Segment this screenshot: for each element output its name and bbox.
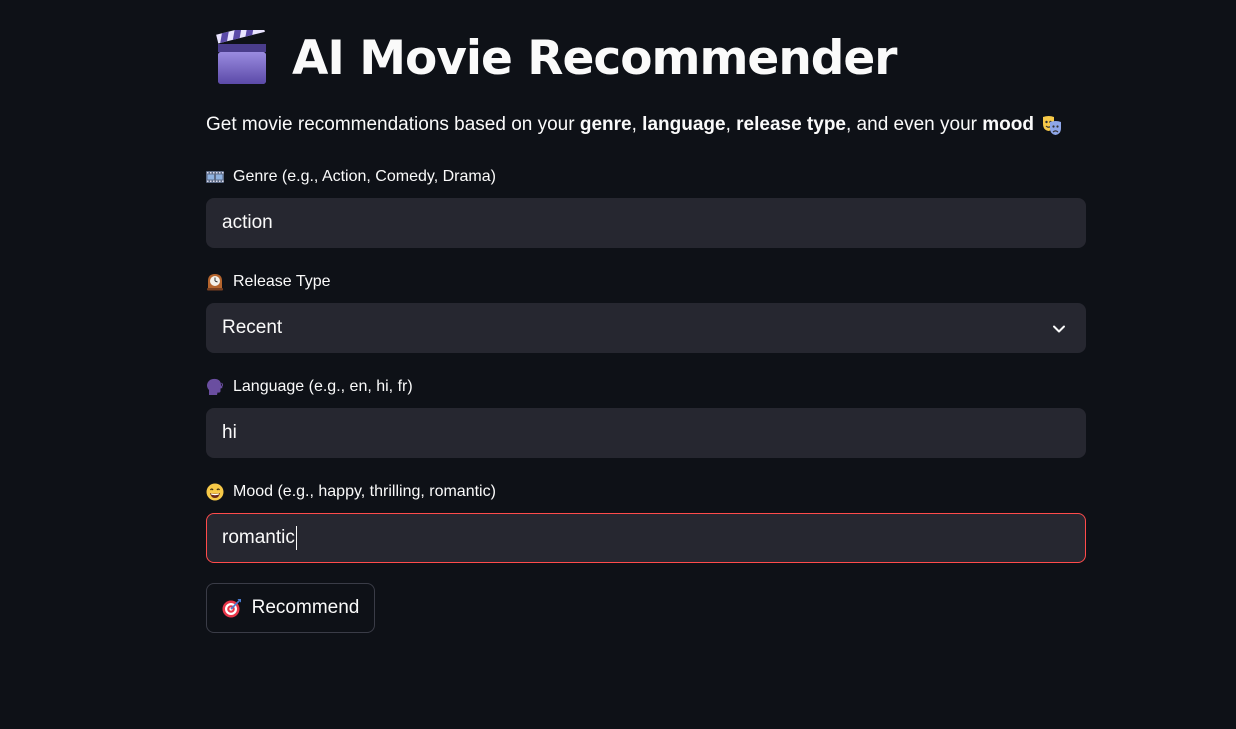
genre-label-text: Genre (e.g., Action, Comedy, Drama) xyxy=(233,168,496,185)
release-type-select[interactable]: Recent xyxy=(206,303,1086,353)
intro-comma-2: , xyxy=(725,114,737,135)
mood-label: Mood (e.g., happy, thrilling, romantic) xyxy=(206,483,496,501)
intro-genre: genre xyxy=(579,114,632,135)
mood-input[interactable]: romantic xyxy=(206,513,1086,563)
performing-arts-icon xyxy=(1041,114,1063,136)
release-type-label: Release Type xyxy=(206,273,331,291)
release-type-selected-value: Recent xyxy=(222,317,283,338)
language-label: Language (e.g., en, hi, fr) xyxy=(206,378,413,396)
mantelpiece-clock-icon xyxy=(206,273,224,291)
mood-input-value: romantic xyxy=(222,527,295,548)
recommend-button[interactable]: Recommend xyxy=(206,583,375,633)
page-header: AI Movie Recommender xyxy=(216,23,897,90)
intro-middle: , and even your xyxy=(846,114,983,135)
intro-language: language xyxy=(642,114,726,135)
chevron-down-icon[interactable] xyxy=(1051,321,1067,337)
language-input-value: hi xyxy=(222,422,237,443)
genre-input-value: action xyxy=(222,212,273,233)
genre-label: Genre (e.g., Action, Comedy, Drama) xyxy=(206,168,496,186)
text-cursor xyxy=(295,526,298,550)
intro-mood: mood xyxy=(982,114,1034,135)
direct-hit-icon xyxy=(222,598,242,618)
intro-release-type: release type xyxy=(736,114,846,135)
genre-input[interactable]: action xyxy=(206,198,1086,248)
app-page: AI Movie Recommender Get movie recommend… xyxy=(0,0,1236,729)
intro-comma-1: , xyxy=(631,114,643,135)
language-label-text: Language (e.g., en, hi, fr) xyxy=(233,378,413,395)
grinning-face-icon xyxy=(206,483,224,501)
film-frames-icon xyxy=(206,168,224,186)
clapper-board-icon xyxy=(216,23,268,86)
page-title: AI Movie Recommender xyxy=(292,30,897,86)
intro-text: Get movie recommendations based on your … xyxy=(206,114,1063,136)
intro-prefix: Get movie recommendations based on your xyxy=(206,114,580,135)
release-type-label-text: Release Type xyxy=(233,273,331,290)
speaking-head-icon xyxy=(206,378,224,396)
language-input[interactable]: hi xyxy=(206,408,1086,458)
recommend-button-label: Recommend xyxy=(251,597,360,618)
mood-label-text: Mood (e.g., happy, thrilling, romantic) xyxy=(233,483,496,500)
